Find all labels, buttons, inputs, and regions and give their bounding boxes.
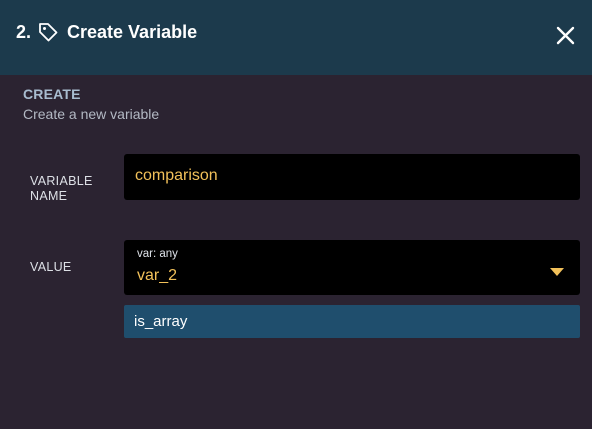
value-type-caption: var: any	[137, 248, 178, 260]
close-icon[interactable]	[555, 25, 576, 46]
value-select[interactable]: var: any var_2	[124, 240, 580, 295]
tag-icon	[38, 22, 58, 42]
value-label: VALUE	[30, 260, 72, 274]
variable-name-label: VARIABLE NAME	[30, 174, 93, 203]
dialog-title-row: 2. Create Variable	[16, 20, 197, 44]
chevron-down-icon[interactable]	[549, 264, 565, 276]
close-button[interactable]	[555, 25, 576, 46]
step-number: 2.	[16, 21, 32, 42]
dialog-header: 2. Create Variable	[0, 0, 592, 75]
value-selected-text: var_2	[137, 267, 178, 284]
section-title: CREATE	[23, 86, 81, 102]
value-option-item[interactable]: is_array	[124, 305, 580, 338]
variable-name-input[interactable]: comparison	[124, 154, 580, 200]
section-subtitle: Create a new variable	[23, 106, 160, 122]
dialog-title: Create Variable	[67, 21, 198, 42]
